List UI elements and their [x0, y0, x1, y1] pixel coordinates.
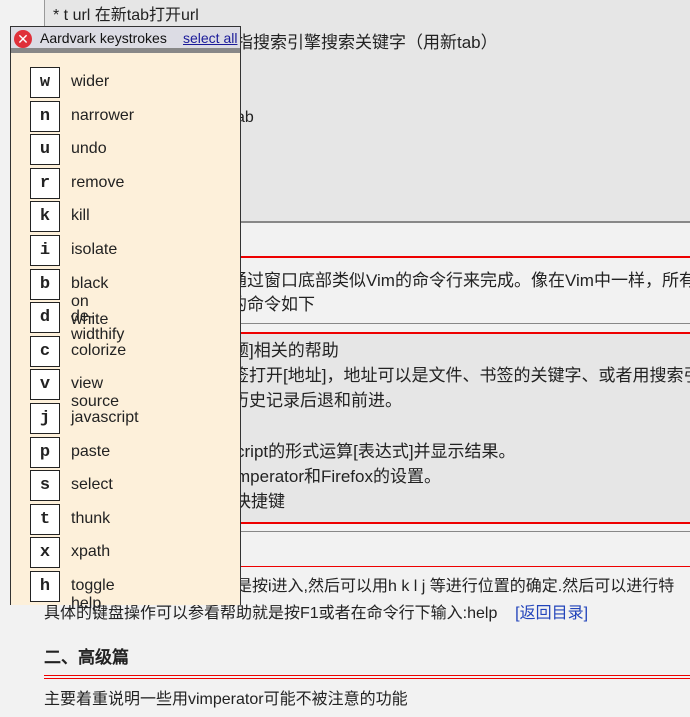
keystroke-label: undo: [71, 140, 107, 158]
popup-header: ✕ Aardvark keystrokes select all: [11, 27, 240, 53]
key-cap: r: [30, 167, 60, 199]
keystroke-label: view source: [71, 375, 120, 411]
keystroke-label: kill: [71, 207, 90, 225]
keystroke-label: isolate: [71, 240, 118, 258]
key-cap: w: [30, 67, 60, 98]
keystroke-label: colorize: [71, 341, 127, 359]
popup-title: Aardvark keystrokes: [40, 30, 167, 46]
text-line: 主要着重说明一些用vimperator可能不被注意的功能: [44, 691, 408, 708]
text-line: * t url 在新tab打开url: [53, 7, 199, 24]
divider: [44, 678, 690, 679]
key-cap: x: [30, 537, 60, 569]
keystroke-label: remove: [71, 173, 125, 191]
aardvark-help-popup: ✕ Aardvark keystrokes select all w wider n…: [10, 26, 241, 612]
keystroke-label: wider: [71, 73, 110, 90]
text-line: 快捷键: [234, 492, 285, 511]
divider: [44, 675, 690, 676]
text-line: 的命令如下: [230, 295, 315, 314]
keystroke-label: de-widthify: [71, 308, 125, 344]
text-line: 指搜索引擎搜索关键字（用新tab）: [236, 33, 498, 52]
key-cap: d: [30, 302, 60, 334]
keystroke-label: select: [71, 476, 113, 494]
keystroke-label: xpath: [71, 543, 111, 561]
text-line: 通过窗口底部类似Vim的命令行来完成。像在Vim中一样，所有: [230, 271, 690, 290]
text-line: 历史记录后退和前进。: [232, 391, 402, 410]
back-to-toc-link[interactable]: [返回目录]: [515, 605, 588, 622]
text-line: 具体的键盘操作可以参看帮助就是按F1或者在命令行下输入:help [返回目录]: [44, 604, 588, 624]
key-cap: t: [30, 503, 60, 535]
keystroke-label: paste: [71, 442, 111, 460]
text-line: 是按i进入,然后可以用h k l j 等进行位置的确定.然后可以进行特: [236, 578, 675, 595]
text-line: cript的形式运算[表达式]并显示结果。: [236, 442, 516, 461]
text-line: 题]相关的帮助: [232, 341, 339, 360]
text-line: 签打开[地址]，地址可以是文件、书签的关键字、或者用搜索引: [232, 366, 690, 385]
key-cap: b: [30, 268, 60, 300]
key-cap: h: [30, 570, 60, 602]
key-cap: v: [30, 369, 60, 401]
text-line: mperator和Firefox的设置。: [236, 467, 441, 486]
key-cap: n: [30, 100, 60, 132]
key-cap: s: [30, 470, 60, 502]
keystroke-label: toggle help: [71, 576, 115, 612]
key-cap: c: [30, 335, 60, 367]
key-cap: i: [30, 234, 60, 266]
keystroke-label: thunk: [71, 509, 111, 527]
close-icon[interactable]: ✕: [14, 30, 32, 48]
keystroke-label: narrower: [71, 106, 135, 124]
select-all-link[interactable]: select all: [183, 30, 237, 46]
keystroke-label: javascript: [71, 408, 139, 426]
key-cap: p: [30, 436, 60, 468]
key-cap: j: [30, 402, 60, 434]
section-heading: 二、高级篇: [44, 648, 129, 667]
key-cap: k: [30, 201, 60, 233]
key-cap: u: [30, 134, 60, 166]
